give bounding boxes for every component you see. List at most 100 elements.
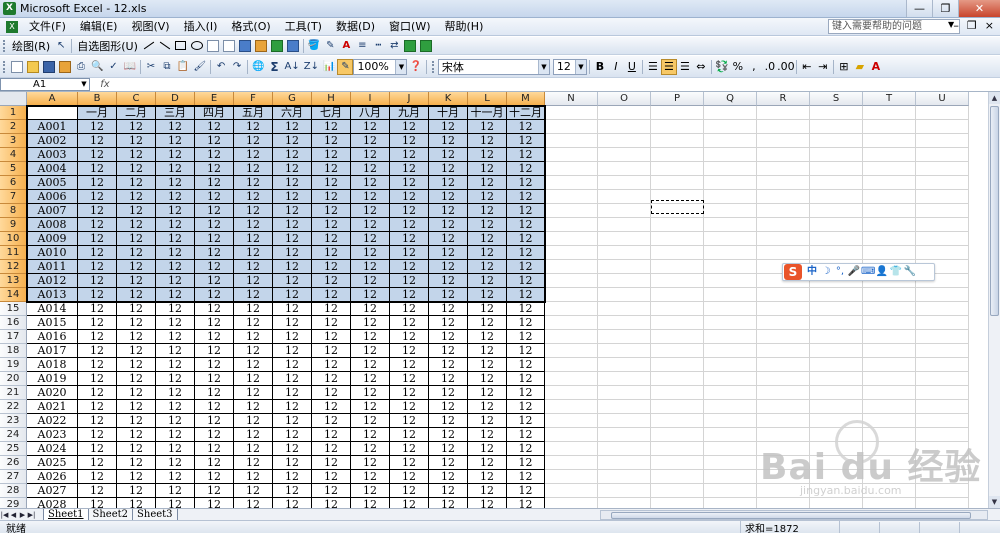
cell-m29[interactable]: 12 xyxy=(507,498,545,508)
cell-q10[interactable] xyxy=(704,232,757,246)
cell-p12[interactable] xyxy=(651,260,704,274)
column-header-a[interactable]: A xyxy=(27,92,78,106)
scroll-up-icon[interactable]: ▲ xyxy=(989,92,1000,104)
cell-i15[interactable]: 12 xyxy=(351,302,390,316)
cell-h1[interactable]: 七月 xyxy=(312,106,351,120)
cell-r11[interactable] xyxy=(757,246,810,260)
cell-b9[interactable]: 12 xyxy=(78,218,117,232)
cell-u5[interactable] xyxy=(916,162,969,176)
format-painter-icon[interactable]: 🖌 xyxy=(191,59,208,75)
bold-button[interactable]: B xyxy=(592,59,608,75)
cell-a27[interactable]: A026 xyxy=(27,470,78,484)
cell-h15[interactable]: 12 xyxy=(312,302,351,316)
cell-e14[interactable]: 12 xyxy=(195,288,234,302)
draw-menu-button[interactable]: 绘图(R) xyxy=(9,38,53,54)
cell-e21[interactable]: 12 xyxy=(195,386,234,400)
menu-tools[interactable]: 工具(T) xyxy=(278,19,329,35)
cell-m5[interactable]: 12 xyxy=(507,162,545,176)
menu-insert[interactable]: 插入(I) xyxy=(177,19,225,35)
cell-p25[interactable] xyxy=(651,442,704,456)
cell-i10[interactable]: 12 xyxy=(351,232,390,246)
cell-t4[interactable] xyxy=(863,148,916,162)
cell-q7[interactable] xyxy=(704,190,757,204)
column-header-i[interactable]: I xyxy=(351,92,390,106)
chart-wizard-icon[interactable]: 📊 xyxy=(321,59,337,75)
formula-input[interactable] xyxy=(120,78,1000,91)
cell-g8[interactable]: 12 xyxy=(273,204,312,218)
cell-g3[interactable]: 12 xyxy=(273,134,312,148)
menu-help[interactable]: 帮助(H) xyxy=(438,19,491,35)
cell-o7[interactable] xyxy=(598,190,651,204)
autoshapes-button[interactable]: 自选图形(U) xyxy=(74,38,141,54)
column-header-e[interactable]: E xyxy=(195,92,234,106)
cell-g17[interactable]: 12 xyxy=(273,330,312,344)
cell-a7[interactable]: A006 xyxy=(27,190,78,204)
cell-m26[interactable]: 12 xyxy=(507,456,545,470)
cell-o14[interactable] xyxy=(598,288,651,302)
cell-g19[interactable]: 12 xyxy=(273,358,312,372)
cell-g14[interactable]: 12 xyxy=(273,288,312,302)
cell-i13[interactable]: 12 xyxy=(351,274,390,288)
skin-icon[interactable]: 👕 xyxy=(889,265,903,279)
cell-o29[interactable] xyxy=(598,498,651,508)
cell-b2[interactable]: 12 xyxy=(78,120,117,134)
spelling-icon[interactable]: ✓ xyxy=(105,59,121,75)
cell-n23[interactable] xyxy=(545,414,598,428)
cell-u21[interactable] xyxy=(916,386,969,400)
cell-h28[interactable]: 12 xyxy=(312,484,351,498)
cell-i26[interactable]: 12 xyxy=(351,456,390,470)
cell-n21[interactable] xyxy=(545,386,598,400)
cell-k2[interactable]: 12 xyxy=(429,120,468,134)
cell-c25[interactable]: 12 xyxy=(117,442,156,456)
cell-g18[interactable]: 12 xyxy=(273,344,312,358)
cell-f9[interactable]: 12 xyxy=(234,218,273,232)
cell-j16[interactable]: 12 xyxy=(390,316,429,330)
cell-f3[interactable]: 12 xyxy=(234,134,273,148)
cell-l9[interactable]: 12 xyxy=(468,218,507,232)
row-header-15[interactable]: 15 xyxy=(0,302,27,316)
cell-g9[interactable]: 12 xyxy=(273,218,312,232)
cell-o21[interactable] xyxy=(598,386,651,400)
cell-e9[interactable]: 12 xyxy=(195,218,234,232)
cell-j1[interactable]: 九月 xyxy=(390,106,429,120)
cell-g24[interactable]: 12 xyxy=(273,428,312,442)
cell-b18[interactable]: 12 xyxy=(78,344,117,358)
first-sheet-icon[interactable]: |◀ xyxy=(0,511,9,519)
cell-o26[interactable] xyxy=(598,456,651,470)
cell-u16[interactable] xyxy=(916,316,969,330)
cell-l20[interactable]: 12 xyxy=(468,372,507,386)
cell-p5[interactable] xyxy=(651,162,704,176)
cell-k20[interactable]: 12 xyxy=(429,372,468,386)
cell-r7[interactable] xyxy=(757,190,810,204)
cell-m11[interactable]: 12 xyxy=(507,246,545,260)
cell-t8[interactable] xyxy=(863,204,916,218)
cell-m18[interactable]: 12 xyxy=(507,344,545,358)
cell-u15[interactable] xyxy=(916,302,969,316)
cell-i3[interactable]: 12 xyxy=(351,134,390,148)
cell-r9[interactable] xyxy=(757,218,810,232)
cell-c23[interactable]: 12 xyxy=(117,414,156,428)
increase-indent-icon[interactable]: ⇥ xyxy=(815,59,831,75)
cell-m19[interactable]: 12 xyxy=(507,358,545,372)
cell-i7[interactable]: 12 xyxy=(351,190,390,204)
cell-g21[interactable]: 12 xyxy=(273,386,312,400)
hyperlink-icon[interactable]: 🌐 xyxy=(250,59,266,75)
cell-b28[interactable]: 12 xyxy=(78,484,117,498)
cell-e13[interactable]: 12 xyxy=(195,274,234,288)
cell-i21[interactable]: 12 xyxy=(351,386,390,400)
cell-l18[interactable]: 12 xyxy=(468,344,507,358)
row-header-27[interactable]: 27 xyxy=(0,470,27,484)
cell-t11[interactable] xyxy=(863,246,916,260)
row-header-10[interactable]: 10 xyxy=(0,232,27,246)
redo-icon[interactable]: ↷ xyxy=(229,59,245,75)
cell-k8[interactable]: 12 xyxy=(429,204,468,218)
cell-d14[interactable]: 12 xyxy=(156,288,195,302)
cell-d24[interactable]: 12 xyxy=(156,428,195,442)
cell-k1[interactable]: 十月 xyxy=(429,106,468,120)
cell-b27[interactable]: 12 xyxy=(78,470,117,484)
cell-j14[interactable]: 12 xyxy=(390,288,429,302)
cell-r17[interactable] xyxy=(757,330,810,344)
cell-d22[interactable]: 12 xyxy=(156,400,195,414)
cell-h22[interactable]: 12 xyxy=(312,400,351,414)
cell-s4[interactable] xyxy=(810,148,863,162)
